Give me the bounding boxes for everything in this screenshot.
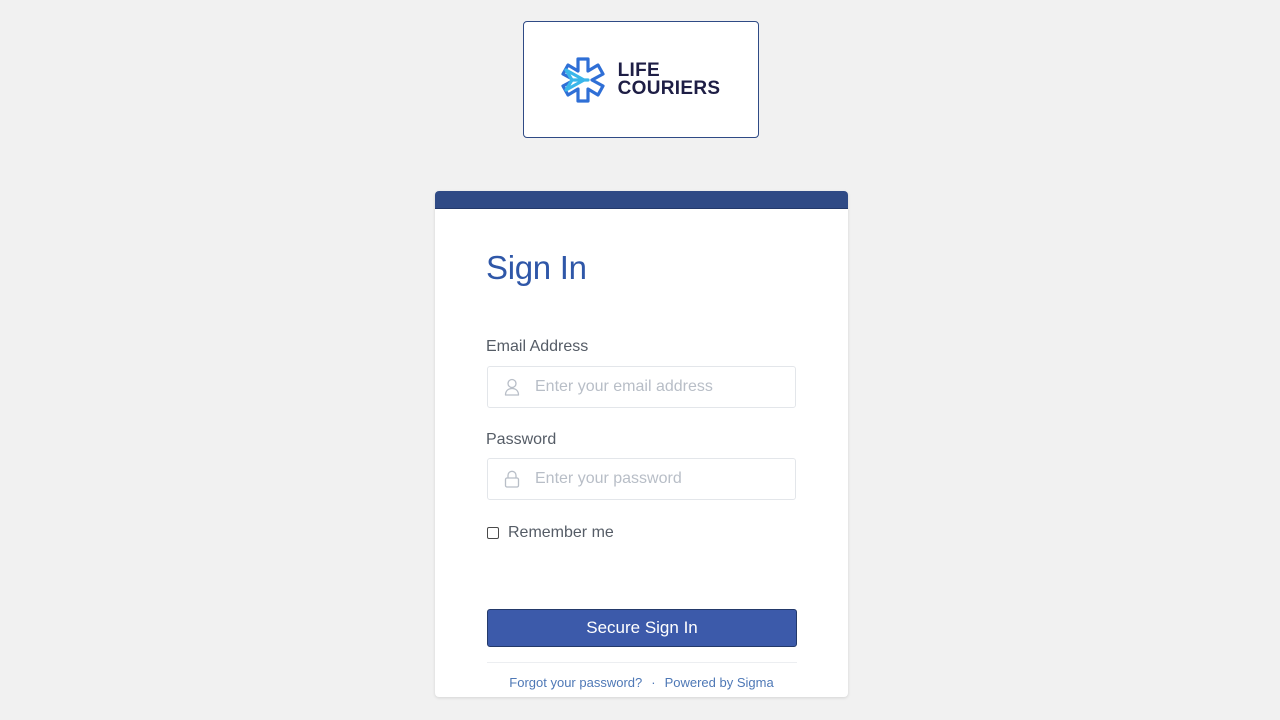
email-input[interactable]: [535, 378, 775, 396]
email-field-wrapper[interactable]: [487, 366, 796, 408]
password-label: Password: [486, 431, 557, 448]
login-page: LIFE COURIERS Sign In Email Address Pass…: [0, 0, 1280, 720]
caduceus-star-arrow-icon: [561, 56, 605, 103]
password-field-wrapper[interactable]: [487, 458, 796, 500]
footer-separator: ·: [651, 675, 656, 690]
card-header-bar: [435, 191, 848, 209]
forgot-password-link[interactable]: Forgot your password?: [509, 675, 642, 690]
footer-links: Forgot your password? · Powered by Sigma: [435, 675, 848, 690]
remember-me[interactable]: Remember me: [487, 524, 614, 542]
remember-me-label[interactable]: Remember me: [508, 524, 614, 542]
secure-sign-in-button[interactable]: Secure Sign In: [487, 609, 797, 647]
password-input[interactable]: [535, 470, 775, 488]
user-icon: [504, 378, 520, 396]
logo-text: LIFE COURIERS: [617, 59, 721, 99]
powered-by-link[interactable]: Powered by Sigma: [665, 675, 774, 690]
brand-logo: LIFE COURIERS: [523, 21, 759, 138]
email-label: Email Address: [486, 338, 589, 355]
footer-divider: [487, 662, 797, 663]
lock-icon: [504, 470, 520, 488]
remember-me-checkbox[interactable]: [487, 527, 499, 539]
page-title: Sign In: [486, 249, 587, 286]
logo-text-line1: LIFE: [617, 59, 661, 81]
logo-text-line2: COURIERS: [617, 77, 721, 99]
logo-inner: LIFE COURIERS: [558, 55, 721, 105]
signin-card: Sign In Email Address Password: [435, 191, 848, 697]
